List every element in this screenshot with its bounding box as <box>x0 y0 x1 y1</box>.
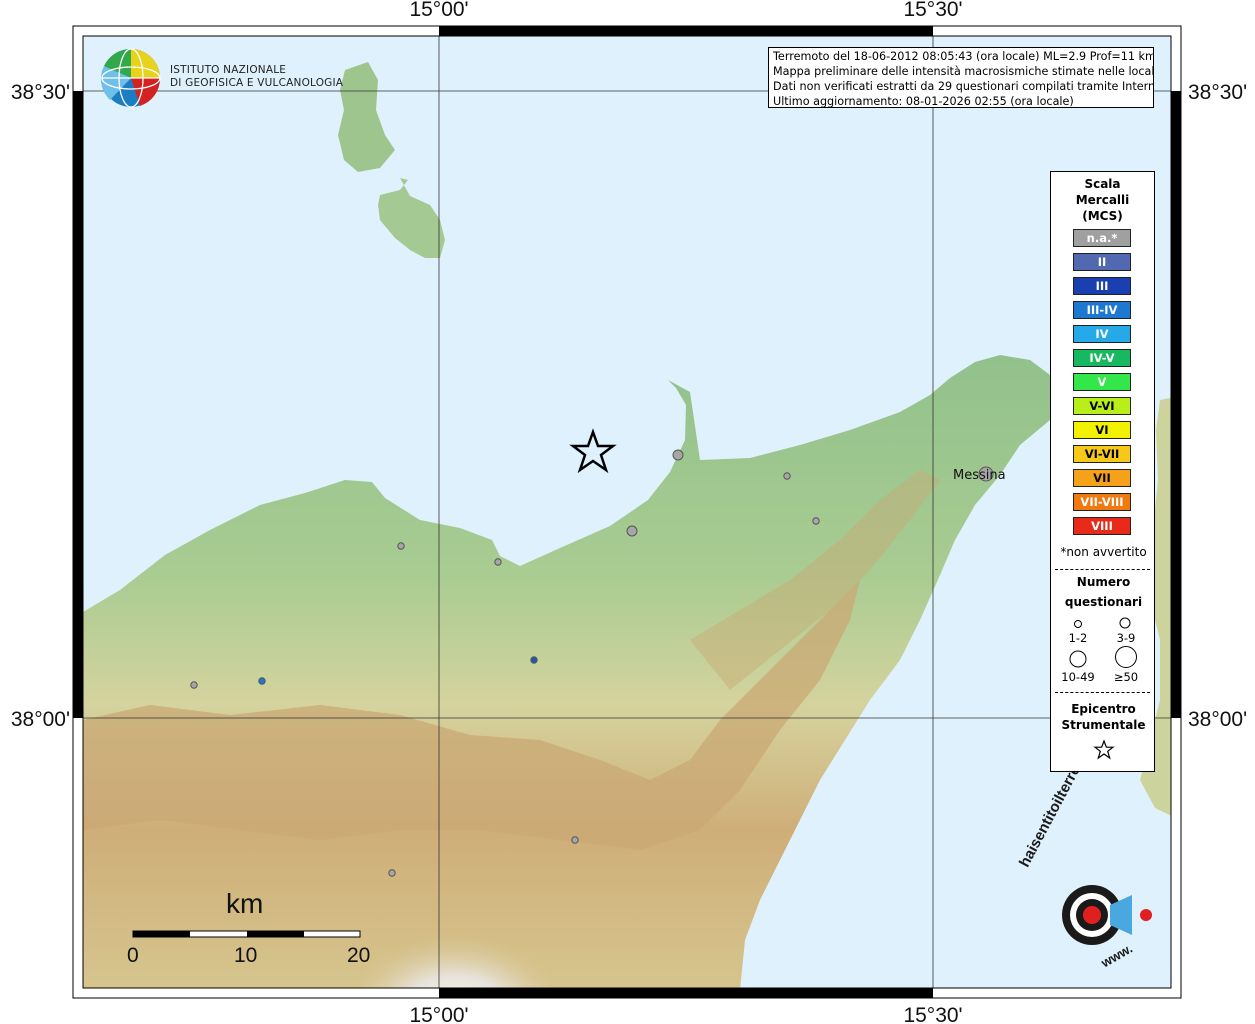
obs-point[interactable] <box>388 869 396 877</box>
legend-panel: Scala Mercalli (MCS) n.a.* II III III-IV IV I… <box>1050 171 1155 772</box>
legend-swatch: VII <box>1073 469 1131 487</box>
legend-star-icon <box>1093 739 1115 760</box>
legend-swatch: III-IV <box>1073 301 1131 319</box>
legend-title-line1: Scala <box>1084 177 1121 191</box>
legend-epicenter-line2: Strumentale <box>1061 718 1146 732</box>
obs-point[interactable] <box>397 542 405 550</box>
scale-unit-label: km <box>226 888 264 919</box>
obs-point[interactable] <box>812 517 820 525</box>
count-label-10-49: 10-49 <box>1061 670 1095 684</box>
institute-name-line2: DI GEOFISICA E VULCANOLOGIA <box>170 77 344 89</box>
count-label-1-2: 1-2 <box>1068 631 1088 645</box>
event-info-line1: Terremoto del 18-06-2012 08:05:43 (ora l… <box>773 50 1154 63</box>
legend-epicenter-line1: Epicentro <box>1071 702 1136 716</box>
count-label-3-9: 3-9 <box>1116 631 1136 645</box>
scale-tick-20: 20 <box>347 944 371 967</box>
legend-title-line2: Mercalli <box>1075 193 1130 207</box>
obs-point[interactable] <box>530 656 538 664</box>
event-info-line3: Dati non verificati estratti da 29 quest… <box>773 80 1154 93</box>
legend-swatch: VI <box>1073 421 1131 439</box>
legend-count-title-line2: questionari <box>1064 595 1143 609</box>
legend-na-note: *non avvertito <box>1060 545 1147 559</box>
obs-point[interactable] <box>672 449 684 461</box>
lon-bottom-right-label: 15°30' <box>903 1004 962 1024</box>
legend-swatch: II <box>1073 253 1131 271</box>
legend-swatch: n.a.* <box>1073 229 1131 247</box>
count-symbol-large <box>1069 650 1087 668</box>
ingv-logo-icon <box>100 48 161 108</box>
lat-right-bottom-label: 38°00' <box>1188 708 1247 731</box>
obs-point[interactable] <box>258 677 266 685</box>
scale-tick-0: 0 <box>127 944 139 967</box>
lat-left-top-label: 38°30' <box>11 81 70 104</box>
institute-name: ISTITUTO NAZIONALE DI GEOFISICA E VULCAN… <box>170 64 343 90</box>
legend-swatch: VI-VII <box>1073 445 1131 463</box>
scale-tick-10: 10 <box>234 944 258 967</box>
legend-separator <box>1055 569 1150 570</box>
event-info-box: Terremoto del 18-06-2012 08:05:43 (ora l… <box>768 47 1154 108</box>
legend-swatch: VIII <box>1073 517 1131 535</box>
obs-point[interactable] <box>783 472 791 480</box>
legend-count-title-line1: Numero <box>1076 575 1131 589</box>
legend-swatch: VII-VIII <box>1073 493 1131 511</box>
event-info-line2: Mappa preliminare delle intensità macros… <box>773 65 1154 78</box>
city-label-messina: Messina <box>953 468 1006 483</box>
legend-swatch: III <box>1073 277 1131 295</box>
legend-title-line3: (MCS) <box>1082 209 1123 223</box>
legend-swatch: IV <box>1073 325 1131 343</box>
event-info-line4: Ultimo aggiornamento: 08-01-2026 02:55 (… <box>773 95 1074 108</box>
obs-point[interactable] <box>494 558 502 566</box>
legend-swatch: IV-V <box>1073 349 1131 367</box>
obs-point[interactable] <box>626 525 638 537</box>
obs-point[interactable] <box>190 681 198 689</box>
institute-name-line1: ISTITUTO NAZIONALE <box>170 64 287 76</box>
lat-right-top-label: 38°30' <box>1188 81 1247 104</box>
obs-point[interactable] <box>571 836 579 844</box>
legend-title: Scala Mercalli (MCS) <box>1051 176 1154 224</box>
count-symbol-small <box>1074 620 1082 628</box>
lon-top-left-label: 15°00' <box>409 0 468 21</box>
lon-top-right-label: 15°30' <box>903 0 962 21</box>
lon-bottom-left-label: 15°00' <box>409 1004 468 1024</box>
lat-left-bottom-label: 38°00' <box>11 708 70 731</box>
legend-swatch: V-VI <box>1073 397 1131 415</box>
scale-bar <box>132 930 361 938</box>
count-symbol-xlarge <box>1115 646 1137 668</box>
legend-separator <box>1055 692 1150 693</box>
count-symbol-medium <box>1119 617 1131 629</box>
count-label-50: ≥50 <box>1113 670 1139 684</box>
legend-swatch: V <box>1073 373 1131 391</box>
